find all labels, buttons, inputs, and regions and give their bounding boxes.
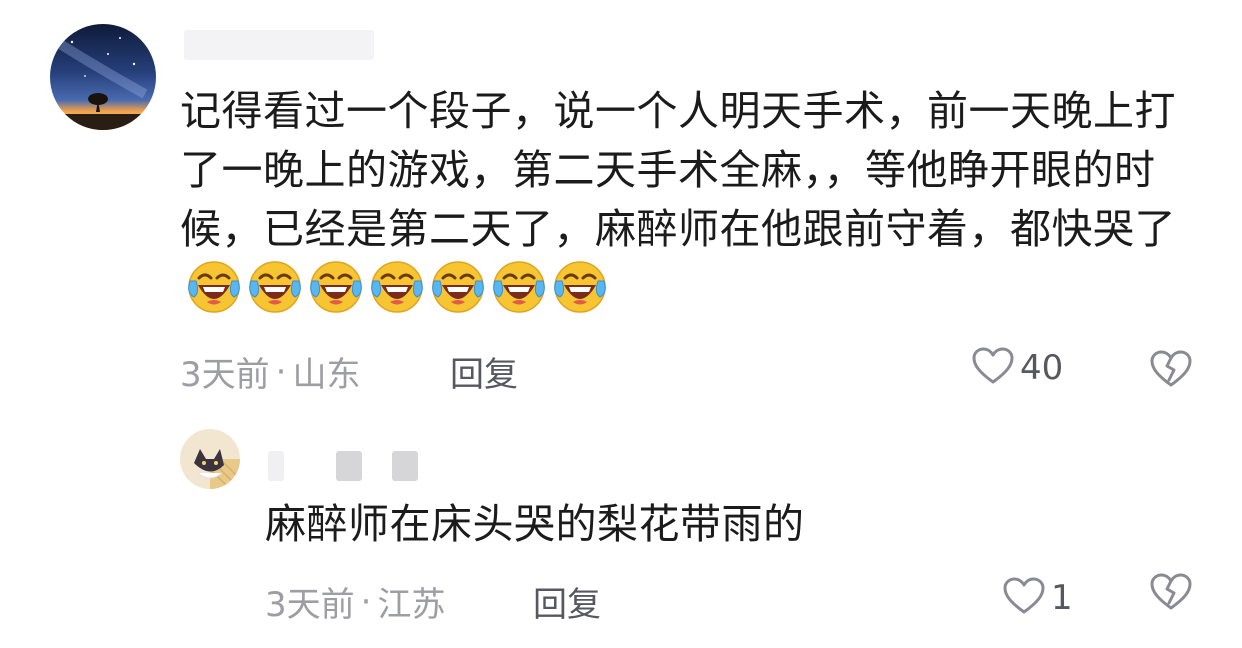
laughing-tears-emoji — [493, 261, 545, 313]
emoji-sequence — [186, 259, 608, 315]
laughing-tears-emoji — [371, 261, 423, 313]
reply-text: 麻醉师在床头哭的梨花带雨的 — [265, 500, 805, 548]
comment-time: 3天前 — [180, 355, 270, 395]
reply-meta: 3天前 · 江苏 — [265, 577, 445, 626]
like-button[interactable]: 1 — [1003, 577, 1073, 619]
replier-name-redacted — [268, 451, 284, 481]
like-count: 1 — [1051, 578, 1073, 618]
reply-time: 3天前 — [265, 585, 355, 625]
laughing-tears-emoji — [188, 261, 240, 313]
commenter-name-redacted — [184, 30, 374, 60]
laughing-tears-emoji — [432, 261, 484, 313]
like-button[interactable]: 40 — [972, 347, 1063, 389]
reply-button[interactable]: 回复 — [450, 347, 518, 396]
broken-heart-icon — [1150, 573, 1192, 615]
heart-icon — [972, 347, 1014, 389]
replier-avatar[interactable] — [180, 429, 240, 489]
meta-separator: · — [275, 351, 287, 392]
laughing-tears-emoji — [310, 261, 362, 313]
comment-meta: 3天前 · 山东 — [180, 347, 360, 396]
reply-body: 麻醉师在床头哭的梨花带雨的 — [265, 496, 805, 552]
comment-location: 山东 — [292, 355, 361, 395]
broken-heart-icon — [1150, 350, 1192, 392]
commenter-avatar[interactable] — [50, 24, 156, 130]
comment-text: 记得看过一个段子，说一个人明天手术，前一天晚上打了一晚上的游戏，第二天手术全麻，… — [180, 87, 1176, 253]
laughing-tears-emoji — [554, 261, 606, 313]
replier-name-redacted-3 — [392, 451, 418, 481]
comment-body: 记得看过一个段子，说一个人明天手术，前一天晚上打了一晚上的游戏，第二天手术全麻，… — [180, 82, 1190, 321]
dislike-button[interactable] — [1150, 573, 1192, 615]
meta-separator: · — [360, 581, 372, 622]
reply-location: 江苏 — [377, 585, 446, 625]
laughing-tears-emoji — [249, 261, 301, 313]
replier-name-redacted-2 — [336, 451, 362, 481]
dislike-button[interactable] — [1150, 350, 1192, 392]
like-count: 40 — [1020, 348, 1064, 388]
heart-icon — [1003, 577, 1045, 619]
reply-button[interactable]: 回复 — [533, 577, 601, 626]
